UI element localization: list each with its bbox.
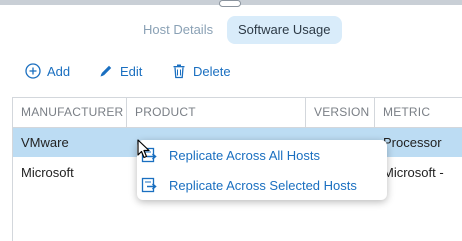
cell-manufacturer: VMware	[21, 135, 69, 150]
menu-item-label: Replicate Across All Hosts	[169, 147, 321, 163]
context-menu: Replicate Across All Hosts Replicate Acr…	[137, 140, 387, 200]
replicate-selected-hosts-menu-item[interactable]: Replicate Across Selected Hosts	[137, 170, 387, 200]
replicate-all-hosts-menu-item[interactable]: Replicate Across All Hosts	[137, 140, 387, 170]
cell-metric: Microsoft -	[383, 165, 444, 180]
replicate-icon	[141, 177, 157, 193]
column-header-manufacturer[interactable]: MANUFACTURER	[13, 98, 127, 127]
cell-metric: Processor	[383, 135, 442, 150]
column-header-version[interactable]: VERSION	[306, 98, 375, 127]
add-button-label: Add	[47, 63, 71, 79]
splitter-handle[interactable]	[219, 0, 241, 7]
menu-item-label: Replicate Across Selected Hosts	[169, 177, 357, 193]
grid-header: MANUFACTURER PRODUCT VERSION METRIC	[13, 98, 462, 128]
delete-button[interactable]: Delete	[171, 61, 231, 81]
column-header-metric[interactable]: METRIC	[375, 98, 462, 127]
cell-manufacturer: Microsoft	[21, 165, 74, 180]
add-button[interactable]: Add	[25, 61, 70, 81]
tab-host-details[interactable]: Host Details	[132, 16, 224, 44]
column-header-product[interactable]: PRODUCT	[127, 98, 306, 127]
delete-button-label: Delete	[193, 63, 231, 79]
tab-software-usage[interactable]: Software Usage	[227, 16, 342, 44]
edit-button-label: Edit	[120, 63, 143, 79]
plus-circle-icon	[25, 63, 41, 79]
edit-button[interactable]: Edit	[98, 61, 142, 81]
pencil-icon	[100, 65, 112, 77]
mouse-cursor-icon	[137, 139, 150, 159]
trash-icon	[173, 64, 185, 79]
